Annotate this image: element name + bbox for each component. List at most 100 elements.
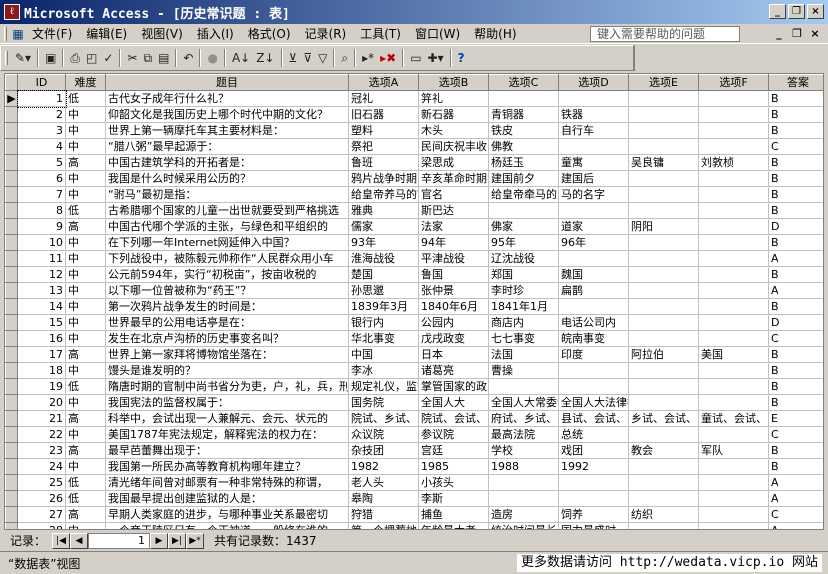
option-a-cell[interactable]: 塑料 xyxy=(348,122,419,139)
difficulty-cell[interactable]: 中 xyxy=(65,458,106,475)
record-selector[interactable] xyxy=(5,330,18,347)
record-selector[interactable] xyxy=(5,186,18,203)
difficulty-cell[interactable]: 中 xyxy=(65,394,106,411)
option-f-cell[interactable]: 美国 xyxy=(698,346,769,363)
option-d-cell[interactable]: 全国人大法律委 xyxy=(558,394,629,411)
id-cell[interactable]: 5 xyxy=(17,154,66,171)
option-d-cell[interactable] xyxy=(558,90,629,107)
delete-record-icon[interactable]: ▸✖ xyxy=(378,48,398,68)
option-c-cell[interactable]: 杨廷玉 xyxy=(488,154,559,171)
id-cell[interactable]: 20 xyxy=(17,394,66,411)
option-e-cell[interactable] xyxy=(628,106,699,123)
record-selector[interactable] xyxy=(5,282,18,299)
select-all-corner[interactable] xyxy=(5,74,18,91)
option-b-cell[interactable]: 辛亥革命时期 xyxy=(418,170,489,187)
find-icon[interactable]: ⌕ xyxy=(339,48,350,68)
option-d-cell[interactable]: 马的名字 xyxy=(558,186,629,203)
undo-icon[interactable]: ↶ xyxy=(181,48,195,68)
table-row[interactable]: 8 低古希腊哪个国家的儿童一出世就要受到严格挑选 雅典 斯巴达 B xyxy=(5,202,823,219)
minimize-button[interactable]: _ xyxy=(769,4,786,19)
option-c-cell[interactable]: 法国 xyxy=(488,346,559,363)
answer-cell[interactable]: C xyxy=(768,426,823,443)
difficulty-cell[interactable]: 中 xyxy=(65,330,106,347)
option-c-cell[interactable]: 七七事变 xyxy=(488,330,559,347)
table-document-icon[interactable]: ▦ xyxy=(11,27,25,41)
difficulty-cell[interactable]: 中 xyxy=(65,250,106,267)
option-e-cell[interactable] xyxy=(628,250,699,267)
answer-cell[interactable]: D xyxy=(768,218,823,235)
difficulty-cell[interactable]: 中 xyxy=(65,426,106,443)
column-header[interactable]: 选项E xyxy=(628,74,699,91)
option-c-cell[interactable]: 辽沈战役 xyxy=(488,250,559,267)
option-e-cell[interactable] xyxy=(628,282,699,299)
table-row[interactable]: 22 中美国1787年宪法规定，解释宪法的权力在： 众议院 参议院 最高法院 总统 C xyxy=(5,426,823,443)
question-cell[interactable]: 第一次鸦片战争发生的时间是： xyxy=(105,298,349,315)
option-a-cell[interactable]: 众议院 xyxy=(348,426,419,443)
difficulty-cell[interactable]: 高 xyxy=(65,442,106,459)
option-d-cell[interactable] xyxy=(558,490,629,507)
design-view-icon[interactable]: ✎▾ xyxy=(13,48,33,68)
option-d-cell[interactable]: 扁鹊 xyxy=(558,282,629,299)
option-e-cell[interactable] xyxy=(628,90,699,107)
question-cell[interactable]: 古代女子成年行什么礼？ xyxy=(105,90,349,107)
question-cell[interactable]: 最早芭蕾舞出现于： xyxy=(105,442,349,459)
menu-tools[interactable]: 工具(T) xyxy=(353,25,408,43)
option-d-cell[interactable]: 1992 xyxy=(558,458,629,475)
record-selector[interactable] xyxy=(5,202,18,219)
option-e-cell[interactable] xyxy=(628,330,699,347)
filter-by-selection-icon[interactable]: ⊻ xyxy=(287,48,300,68)
difficulty-cell[interactable]: 中 xyxy=(65,266,106,283)
help-icon[interactable]: ? xyxy=(456,48,467,68)
option-e-cell[interactable] xyxy=(628,234,699,251)
id-cell[interactable]: 24 xyxy=(17,458,66,475)
option-f-cell[interactable] xyxy=(698,170,769,187)
difficulty-cell[interactable]: 高 xyxy=(65,154,106,171)
record-selector[interactable] xyxy=(5,106,18,123)
record-selector[interactable] xyxy=(5,234,18,251)
option-c-cell[interactable]: 商店内 xyxy=(488,314,559,331)
id-cell[interactable]: 18 xyxy=(17,362,66,379)
table-row[interactable]: 9 高中国古代哪个学派的主张，与绿色和平组织的 儒家 法家 佛家 道家 阴阳 D xyxy=(5,218,823,235)
table-row[interactable]: 20中我国宪法的监督权属于：国务院全国人大全国人大常委会全国人大法律委 B xyxy=(5,394,823,411)
option-a-cell[interactable]: 中国 xyxy=(348,346,419,363)
id-cell[interactable]: 12 xyxy=(17,266,66,283)
difficulty-cell[interactable]: 高 xyxy=(65,410,106,427)
question-cell[interactable]: 公元前594年，实行“初税亩”，按亩收税的 xyxy=(105,266,349,283)
answer-cell[interactable]: B xyxy=(768,234,823,251)
option-b-cell[interactable]: 民间庆祝丰收 xyxy=(418,138,489,155)
option-b-cell[interactable]: 宫廷 xyxy=(418,442,489,459)
first-record-button[interactable]: |◀ xyxy=(52,532,71,549)
option-d-cell[interactable]: 魏国 xyxy=(558,266,629,283)
save-icon[interactable]: ▣ xyxy=(43,48,58,68)
option-e-cell[interactable] xyxy=(628,170,699,187)
option-e-cell[interactable] xyxy=(628,522,699,529)
option-f-cell[interactable] xyxy=(698,474,769,491)
option-d-cell[interactable] xyxy=(558,202,629,219)
option-d-cell[interactable] xyxy=(558,378,629,395)
table-row[interactable]: 3 中世界上第一辆摩托车其主要材料是： 塑料 木头 铁皮 自行车 B xyxy=(5,122,823,139)
option-e-cell[interactable] xyxy=(628,394,699,411)
option-a-cell[interactable]: 祭祀 xyxy=(348,138,419,155)
answer-cell[interactable]: B xyxy=(768,378,823,395)
id-cell[interactable]: 8 xyxy=(17,202,66,219)
difficulty-cell[interactable]: 高 xyxy=(65,218,106,235)
question-cell[interactable]: 古希腊哪个国家的儿童一出世就要受到严格挑选 xyxy=(105,202,349,219)
table-row[interactable]: 11 中下列战役中，被陈毅元帅称作“人民群众用小车 淮海战役 平津战役 辽沈战役 A xyxy=(5,250,823,267)
column-header[interactable]: 难度 xyxy=(65,74,106,91)
record-selector[interactable] xyxy=(5,138,18,155)
table-row[interactable]: 7中“驸马”最初是指：给皇帝养马的官官名给皇帝牵马的人马的名字 B xyxy=(5,186,823,203)
option-b-cell[interactable]: 李斯 xyxy=(418,490,489,507)
record-selector[interactable] xyxy=(5,426,18,443)
option-a-cell[interactable]: 国务院 xyxy=(348,394,419,411)
option-d-cell[interactable]: 96年 xyxy=(558,234,629,251)
id-cell[interactable]: 26 xyxy=(17,490,66,507)
menu-records[interactable]: 记录(R) xyxy=(298,25,354,43)
option-a-cell[interactable]: 皋陶 xyxy=(348,490,419,507)
difficulty-cell[interactable]: 低 xyxy=(65,90,106,107)
table-row[interactable]: ▶ 1 低古代女子成年行什么礼？ 冠礼 笄礼 B xyxy=(5,89,823,108)
option-c-cell[interactable] xyxy=(488,90,559,107)
option-a-cell[interactable]: 孙思邈 xyxy=(348,282,419,299)
option-b-cell[interactable]: 小孩头 xyxy=(418,474,489,491)
option-c-cell[interactable]: 曹操 xyxy=(488,362,559,379)
new-record-icon[interactable]: ▸* xyxy=(360,48,376,68)
